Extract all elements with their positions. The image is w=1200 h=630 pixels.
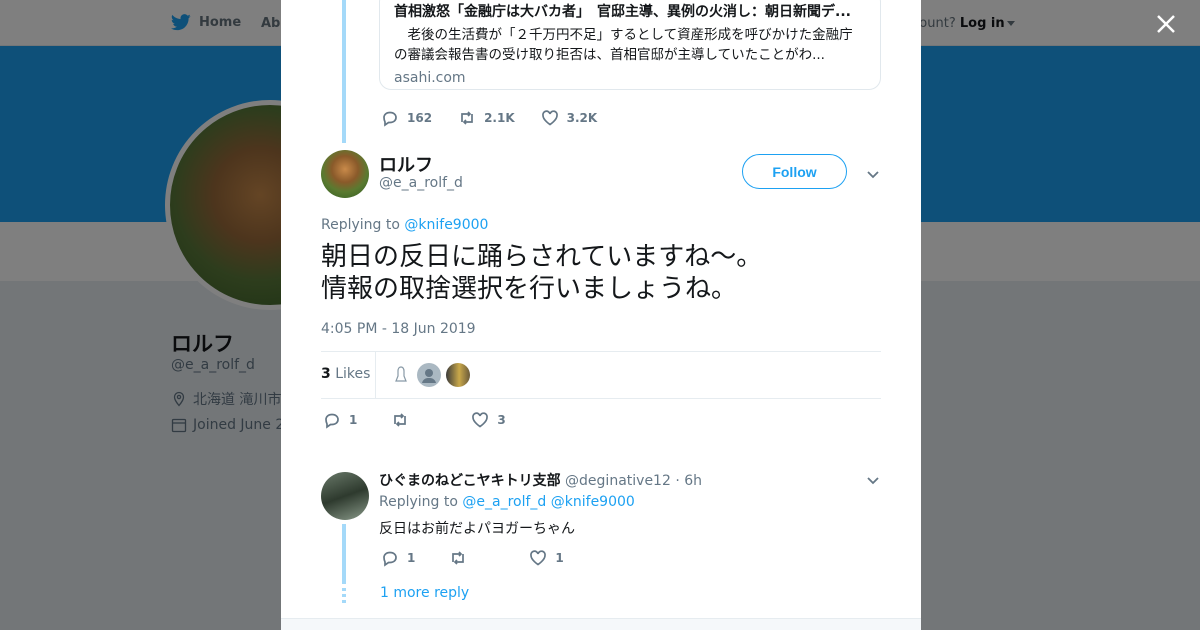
- reply-icon: [383, 551, 397, 567]
- chevron-down-icon: [867, 477, 879, 485]
- retweet-button[interactable]: [391, 411, 417, 429]
- reply-replying-prefix: Replying to: [379, 494, 458, 510]
- close-button[interactable]: [1152, 10, 1180, 38]
- like-button[interactable]: 1: [529, 549, 564, 567]
- thread-line: [342, 0, 346, 143]
- reply-thread-dots: [342, 588, 346, 604]
- chevron-down-icon: [867, 171, 879, 179]
- retweet-icon: [394, 413, 407, 427]
- likes-stat-count: 3: [321, 366, 331, 382]
- replying-to-link[interactable]: @knife9000: [404, 217, 488, 233]
- like-button[interactable]: 3.2K: [541, 109, 598, 127]
- reply-button[interactable]: 1: [323, 411, 357, 429]
- follow-button[interactable]: Follow: [742, 154, 847, 189]
- replying-prefix: Replying to: [321, 217, 400, 233]
- mention-link[interactable]: @knife9000: [551, 494, 635, 510]
- liker-avatar[interactable]: [446, 363, 470, 387]
- liker-avatar[interactable]: [389, 363, 413, 387]
- parent-tweet-actions: 162 2.1K 3.2K: [381, 109, 623, 127]
- reply-icon: [325, 413, 339, 429]
- liker-avatar[interactable]: [417, 363, 441, 387]
- card-description: 老後の生活費が「２千万円不足」するとして資産形成を呼びかけた金融庁の審議会報告書…: [394, 27, 853, 63]
- tweet-text-line: 朝日の反日に踊らされていますね〜。: [321, 242, 763, 272]
- author-handle[interactable]: @e_a_rolf_d: [379, 175, 463, 191]
- reply-icon: [383, 111, 397, 127]
- card-domain: asahi.com: [394, 70, 466, 86]
- card-title: 首相激怒「金融庁は大バカ者」 官邸主導、異例の火消し：朝日新聞デ...: [394, 4, 851, 20]
- tweet-text: 朝日の反日に踊らされていますね〜。 情報の取捨選択を行いましょうね。: [321, 241, 881, 305]
- retweet-icon: [461, 111, 473, 125]
- reply-replying-to: Replying to @e_a_rolf_d @knife9000: [379, 494, 635, 510]
- stats-divider: [375, 352, 376, 398]
- tweet-actions: 1 3: [323, 411, 532, 429]
- more-replies-link[interactable]: 1 more reply: [380, 585, 469, 601]
- tweet-timestamp[interactable]: 4:05 PM - 18 Jun 2019: [321, 321, 476, 337]
- reply-button[interactable]: 1: [381, 549, 415, 567]
- like-count: 3: [497, 413, 506, 427]
- author-name[interactable]: ロルフ: [379, 151, 433, 177]
- reply-count: 162: [407, 111, 433, 125]
- author-avatar[interactable]: [321, 150, 369, 198]
- like-count: 1: [555, 551, 564, 565]
- likes-stat-label: Likes: [335, 366, 371, 382]
- reply-count: 1: [349, 413, 358, 427]
- reply-time[interactable]: · 6h: [675, 473, 702, 489]
- link-card[interactable]: 首相激怒「金融庁は大バカ者」 官邸主導、異例の火消し：朝日新聞デ... 老後の生…: [379, 0, 881, 90]
- tweet-modal: 首相激怒「金融庁は大バカ者」 官邸主導、異例の火消し：朝日新聞デ... 老後の生…: [281, 0, 921, 630]
- reply-author-handle[interactable]: @deginative12: [565, 473, 671, 489]
- like-count: 3.2K: [566, 111, 598, 125]
- replying-to: Replying to @knife9000: [321, 217, 488, 233]
- reply-thread-line: [342, 524, 346, 584]
- tweet-text-line: 情報の取捨選択を行いましょうね。: [321, 274, 738, 304]
- default-avatar-icon: [422, 369, 436, 383]
- heart-icon: [541, 110, 558, 126]
- retweet-button[interactable]: [449, 549, 475, 567]
- default-egg-avatar-icon: [395, 366, 407, 382]
- like-button[interactable]: 3: [471, 411, 506, 429]
- reply-author-name[interactable]: ひぐまのねどこヤキトリ支部: [379, 473, 561, 489]
- heart-icon: [472, 412, 489, 428]
- likes-stat[interactable]: 3 Likes: [321, 366, 370, 382]
- reply-actions: 1 1: [381, 549, 590, 567]
- heart-icon: [530, 550, 547, 566]
- mention-link[interactable]: @e_a_rolf_d: [462, 494, 546, 510]
- reply-text: 反日はお前だよパヨガーちゃん: [379, 521, 575, 537]
- reply-count: 1: [407, 551, 416, 565]
- tweet-stats: 3 Likes: [321, 351, 881, 399]
- retweet-icon: [452, 551, 465, 565]
- tweet-menu-button[interactable]: [866, 166, 880, 180]
- modal-footer: [281, 618, 921, 630]
- reply-button[interactable]: 162: [381, 109, 432, 127]
- reply-menu-button[interactable]: [866, 472, 880, 486]
- retweet-count: 2.1K: [484, 111, 515, 125]
- close-icon: [1157, 15, 1175, 33]
- reply-header: ひぐまのねどこヤキトリ支部 @deginative12 · 6h: [379, 470, 702, 490]
- reply-author-avatar[interactable]: [321, 472, 369, 520]
- retweet-button[interactable]: 2.1K: [458, 109, 515, 127]
